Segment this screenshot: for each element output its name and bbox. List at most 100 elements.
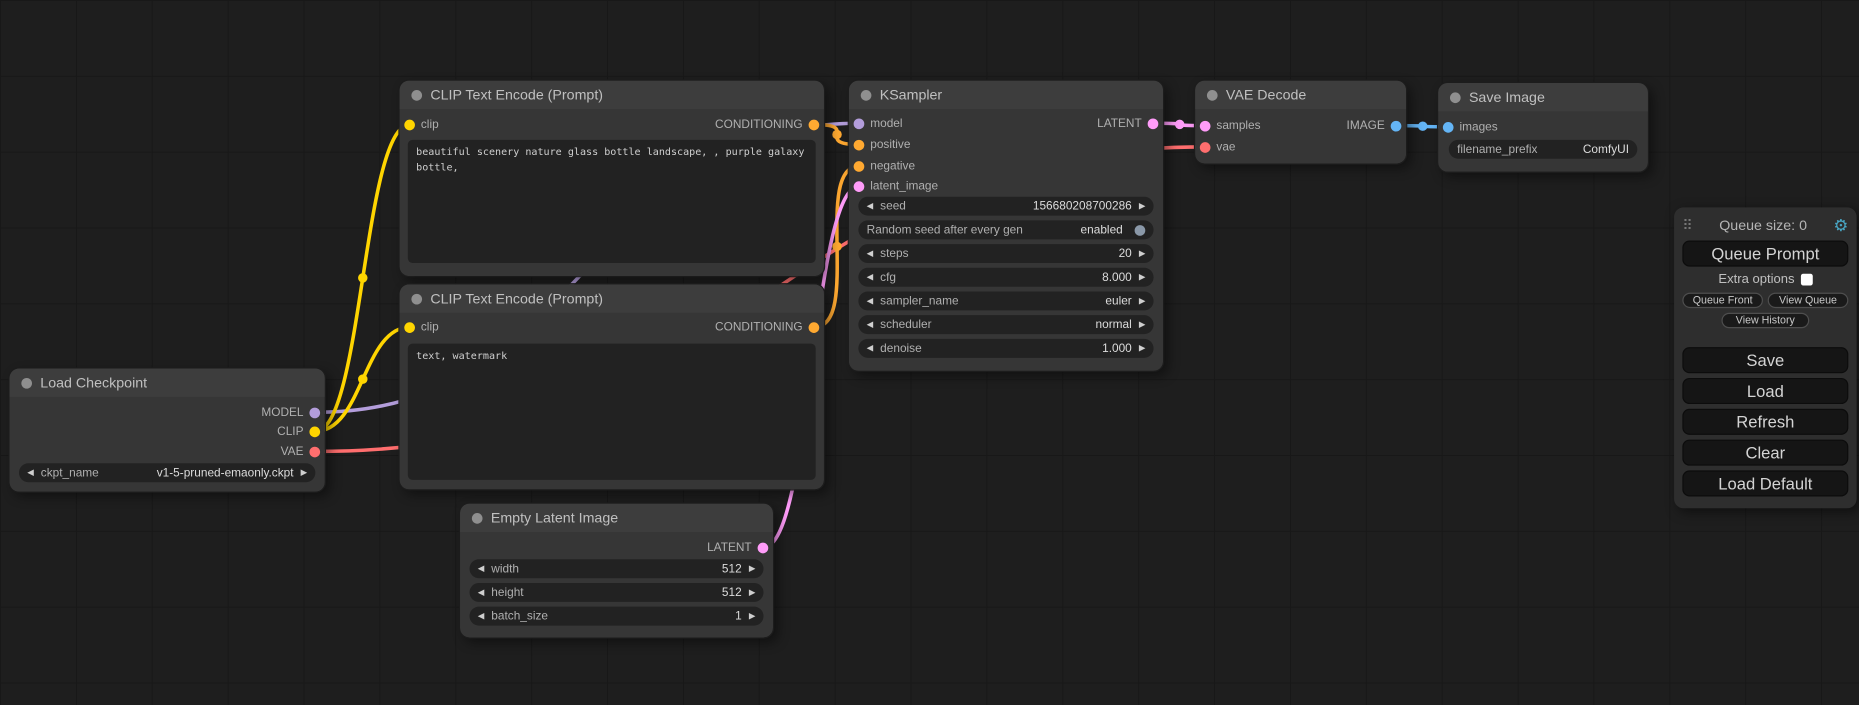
stepper-right-icon[interactable]: ▶ — [1139, 202, 1145, 210]
slot-label: vae — [1216, 140, 1235, 153]
widget-filename-prefix[interactable]: filename_prefix ComfyUI — [1449, 140, 1638, 159]
node-title-bar[interactable]: KSampler — [849, 81, 1163, 109]
widget-steps[interactable]: ◀ steps 20 ▶ — [858, 244, 1153, 263]
input-port-images[interactable] — [1443, 121, 1454, 132]
node-load-checkpoint[interactable]: Load Checkpoint MODEL CLIP VAE ◀ ckpt_na… — [9, 368, 324, 491]
collapse-icon[interactable] — [411, 293, 422, 304]
stepper-right-icon[interactable]: ▶ — [1139, 321, 1145, 329]
stepper-right-icon[interactable]: ▶ — [749, 588, 755, 596]
stepper-right-icon[interactable]: ▶ — [1139, 273, 1145, 281]
stepper-right-icon[interactable]: ▶ — [749, 565, 755, 573]
input-port-vae[interactable] — [1200, 142, 1211, 153]
collapse-icon[interactable] — [861, 89, 872, 100]
input-port-negative[interactable] — [854, 161, 865, 172]
widget-value: ComfyUI — [1583, 143, 1629, 156]
input-port-samples[interactable] — [1200, 120, 1211, 131]
slot-label: VAE — [281, 445, 304, 458]
widget-ckpt-name[interactable]: ◀ ckpt_name v1-5-pruned-emaonly.ckpt ▶ — [19, 463, 315, 482]
node-title-bar[interactable]: VAE Decode — [1195, 81, 1406, 109]
node-clip-text-encode-negative[interactable]: CLIP Text Encode (Prompt) clip CONDITION… — [400, 284, 824, 489]
refresh-button[interactable]: Refresh — [1682, 409, 1848, 435]
prompt-text-area[interactable]: beautiful scenery nature glass bottle la… — [408, 140, 816, 263]
drag-handle-icon[interactable]: ⠿ — [1682, 217, 1692, 234]
node-title: Load Checkpoint — [40, 374, 147, 391]
clear-button[interactable]: Clear — [1682, 440, 1848, 466]
stepper-right-icon[interactable]: ▶ — [1139, 344, 1145, 352]
stepper-left-icon[interactable]: ◀ — [867, 344, 873, 352]
graph-canvas[interactable]: Load Checkpoint MODEL CLIP VAE ◀ ckpt_na… — [0, 0, 1859, 705]
widget-sampler-name[interactable]: ◀ sampler_name euler ▶ — [858, 291, 1153, 310]
view-history-button[interactable]: View History — [1721, 313, 1809, 328]
node-title-bar[interactable]: Empty Latent Image — [460, 504, 773, 532]
collapse-icon[interactable] — [472, 512, 483, 523]
widget-value: 512 — [722, 562, 742, 575]
node-clip-text-encode-positive[interactable]: CLIP Text Encode (Prompt) clip CONDITION… — [400, 81, 824, 277]
output-slot-conditioning: CONDITIONING — [715, 319, 819, 336]
collapse-icon[interactable] — [1450, 92, 1461, 103]
toggle-dot-icon[interactable] — [1135, 225, 1146, 236]
stepper-left-icon[interactable]: ◀ — [478, 565, 484, 573]
comfy-menu-panel[interactable]: ⠿ Queue size: 0 ⚙ Queue Prompt Extra opt… — [1674, 207, 1857, 508]
input-port-model[interactable] — [854, 118, 865, 129]
view-queue-button[interactable]: View Queue — [1768, 293, 1849, 308]
node-vae-decode[interactable]: VAE Decode samples vae IMAGE — [1195, 81, 1406, 164]
collapse-icon[interactable] — [1207, 89, 1218, 100]
node-empty-latent-image[interactable]: Empty Latent Image LATENT ◀ width 512 ▶ … — [460, 504, 773, 638]
widget-cfg[interactable]: ◀ cfg 8.000 ▶ — [858, 268, 1153, 287]
output-port-conditioning[interactable] — [809, 322, 820, 333]
load-button[interactable]: Load — [1682, 378, 1848, 404]
output-port-latent[interactable] — [758, 542, 769, 553]
stepper-left-icon[interactable]: ◀ — [478, 612, 484, 620]
stepper-left-icon[interactable]: ◀ — [867, 297, 873, 305]
widget-random-seed-toggle[interactable]: Random seed after every gen enabled — [858, 220, 1153, 239]
collapse-icon[interactable] — [21, 377, 32, 388]
widget-seed[interactable]: ◀ seed 156680208700286 ▶ — [858, 197, 1153, 216]
node-ksampler[interactable]: KSampler model positive negative latent_… — [849, 81, 1163, 371]
widget-scheduler[interactable]: ◀ scheduler normal ▶ — [858, 315, 1153, 334]
load-default-button[interactable]: Load Default — [1682, 470, 1848, 496]
widget-batch-size[interactable]: ◀ batch_size 1 ▶ — [469, 607, 763, 626]
stepper-right-icon[interactable]: ▶ — [749, 612, 755, 620]
settings-gear-icon[interactable]: ⚙ — [1833, 217, 1848, 234]
widget-value: v1-5-pruned-emaonly.ckpt — [157, 466, 294, 479]
stepper-right-icon[interactable]: ▶ — [301, 469, 307, 477]
collapse-icon[interactable] — [411, 89, 422, 100]
output-slot-image: IMAGE — [1347, 117, 1402, 134]
stepper-left-icon[interactable]: ◀ — [867, 202, 873, 210]
output-port-latent[interactable] — [1148, 118, 1159, 129]
history-row: View History — [1682, 313, 1848, 328]
output-port-model[interactable] — [309, 407, 320, 418]
stepper-left-icon[interactable]: ◀ — [867, 249, 873, 257]
node-title-bar[interactable]: Save Image — [1438, 83, 1648, 111]
widget-height[interactable]: ◀ height 512 ▶ — [469, 583, 763, 602]
slot-label: clip — [421, 118, 439, 131]
node-title-bar[interactable]: CLIP Text Encode (Prompt) — [400, 284, 824, 312]
output-port-image[interactable] — [1391, 120, 1402, 131]
input-port-clip[interactable] — [404, 322, 415, 333]
stepper-left-icon[interactable]: ◀ — [27, 469, 33, 477]
input-port-positive[interactable] — [854, 139, 865, 150]
stepper-left-icon[interactable]: ◀ — [867, 321, 873, 329]
node-title-bar[interactable]: CLIP Text Encode (Prompt) — [400, 81, 824, 109]
queue-prompt-button[interactable]: Queue Prompt — [1682, 241, 1848, 267]
widget-width[interactable]: ◀ width 512 ▶ — [469, 559, 763, 578]
queue-front-button[interactable]: Queue Front — [1682, 293, 1763, 308]
input-port-clip[interactable] — [404, 119, 415, 130]
save-button[interactable]: Save — [1682, 347, 1848, 373]
widget-name: scheduler — [880, 318, 931, 331]
node-title-bar[interactable]: Load Checkpoint — [9, 368, 324, 396]
widget-denoise[interactable]: ◀ denoise 1.000 ▶ — [858, 339, 1153, 358]
output-port-vae[interactable] — [309, 446, 320, 457]
stepper-left-icon[interactable]: ◀ — [867, 273, 873, 281]
node-save-image[interactable]: Save Image images filename_prefix ComfyU… — [1438, 83, 1648, 172]
output-port-conditioning[interactable] — [809, 119, 820, 130]
extra-options-checkbox[interactable] — [1800, 274, 1812, 286]
stepper-right-icon[interactable]: ▶ — [1139, 249, 1145, 257]
node-title: VAE Decode — [1226, 86, 1306, 103]
input-port-latent-image[interactable] — [854, 181, 865, 192]
queue-size-label: Queue size: 0 — [1693, 217, 1834, 234]
stepper-right-icon[interactable]: ▶ — [1139, 297, 1145, 305]
prompt-text-area[interactable]: text, watermark — [408, 344, 816, 480]
stepper-left-icon[interactable]: ◀ — [478, 588, 484, 596]
output-port-clip[interactable] — [309, 426, 320, 437]
